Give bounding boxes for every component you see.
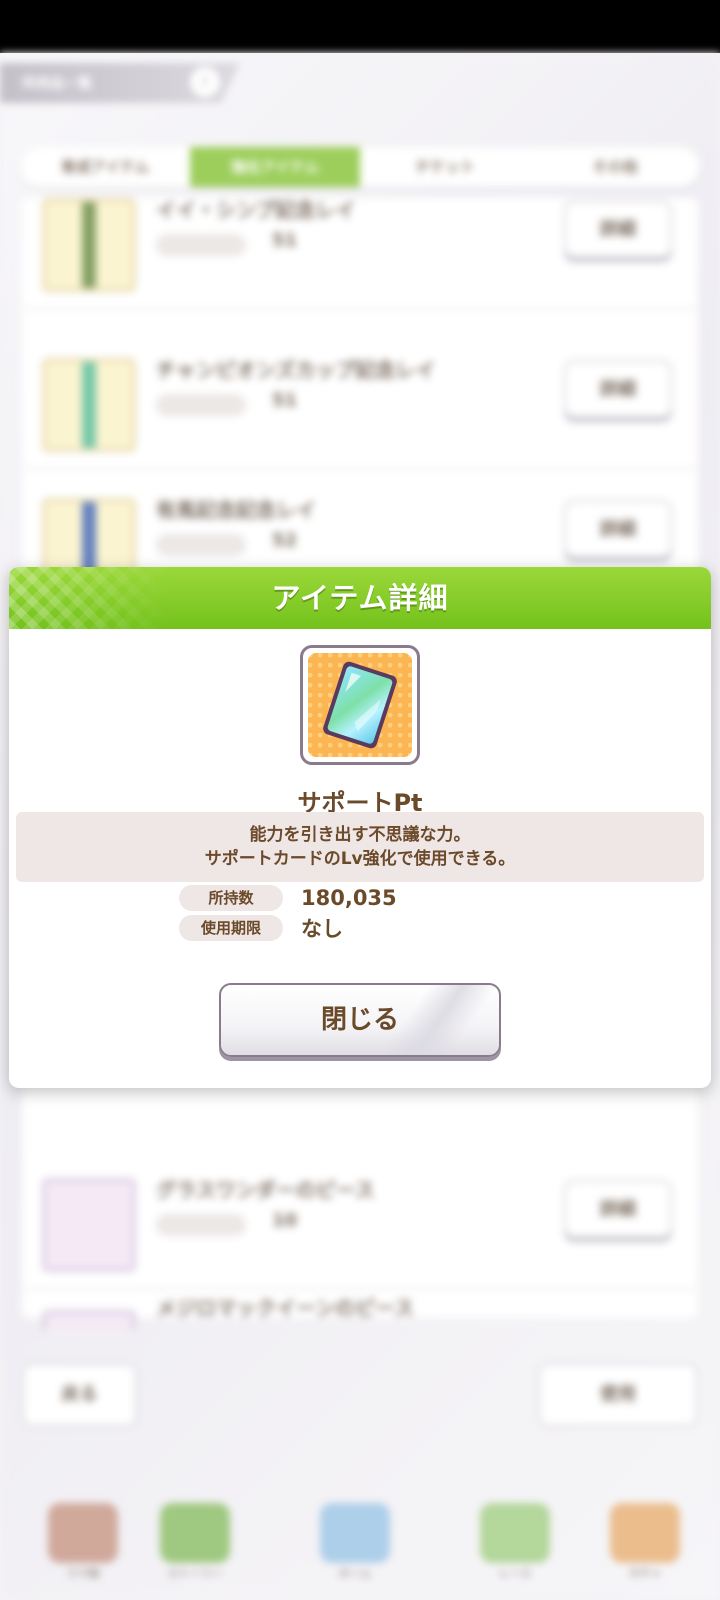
dialog-title: アイテム詳細 [271,581,449,615]
description-line: サポートカードのLv強化で使用できる。 [204,849,516,869]
crystal-card-icon [323,661,397,749]
header-pattern [9,567,169,629]
support-pt-icon [300,645,420,765]
item-detail-dialog: アイテム詳細 サポートPt 能力を引き出す不思議な力。 サポートカードのLv強化… [9,567,711,1088]
description-line: 能力を引き出す不思議な力。 [249,825,471,845]
item-icon-background [308,653,412,757]
close-button-label: 閉じる [320,1005,399,1035]
item-description: 能力を引き出す不思議な力。 サポートカードのLv強化で使用できる。 [16,812,704,882]
expiry-row: 使用期限 なし [179,915,343,941]
owned-label: 所持数 [179,885,283,911]
status-bar [0,0,720,53]
owned-row: 所持数 180,035 [179,885,397,911]
expiry-value: なし [301,917,343,941]
dialog-header: アイテム詳細 [9,567,711,629]
close-button[interactable]: 閉じる [219,983,501,1057]
expiry-label: 使用期限 [179,915,283,941]
owned-value: 180,035 [301,886,397,910]
